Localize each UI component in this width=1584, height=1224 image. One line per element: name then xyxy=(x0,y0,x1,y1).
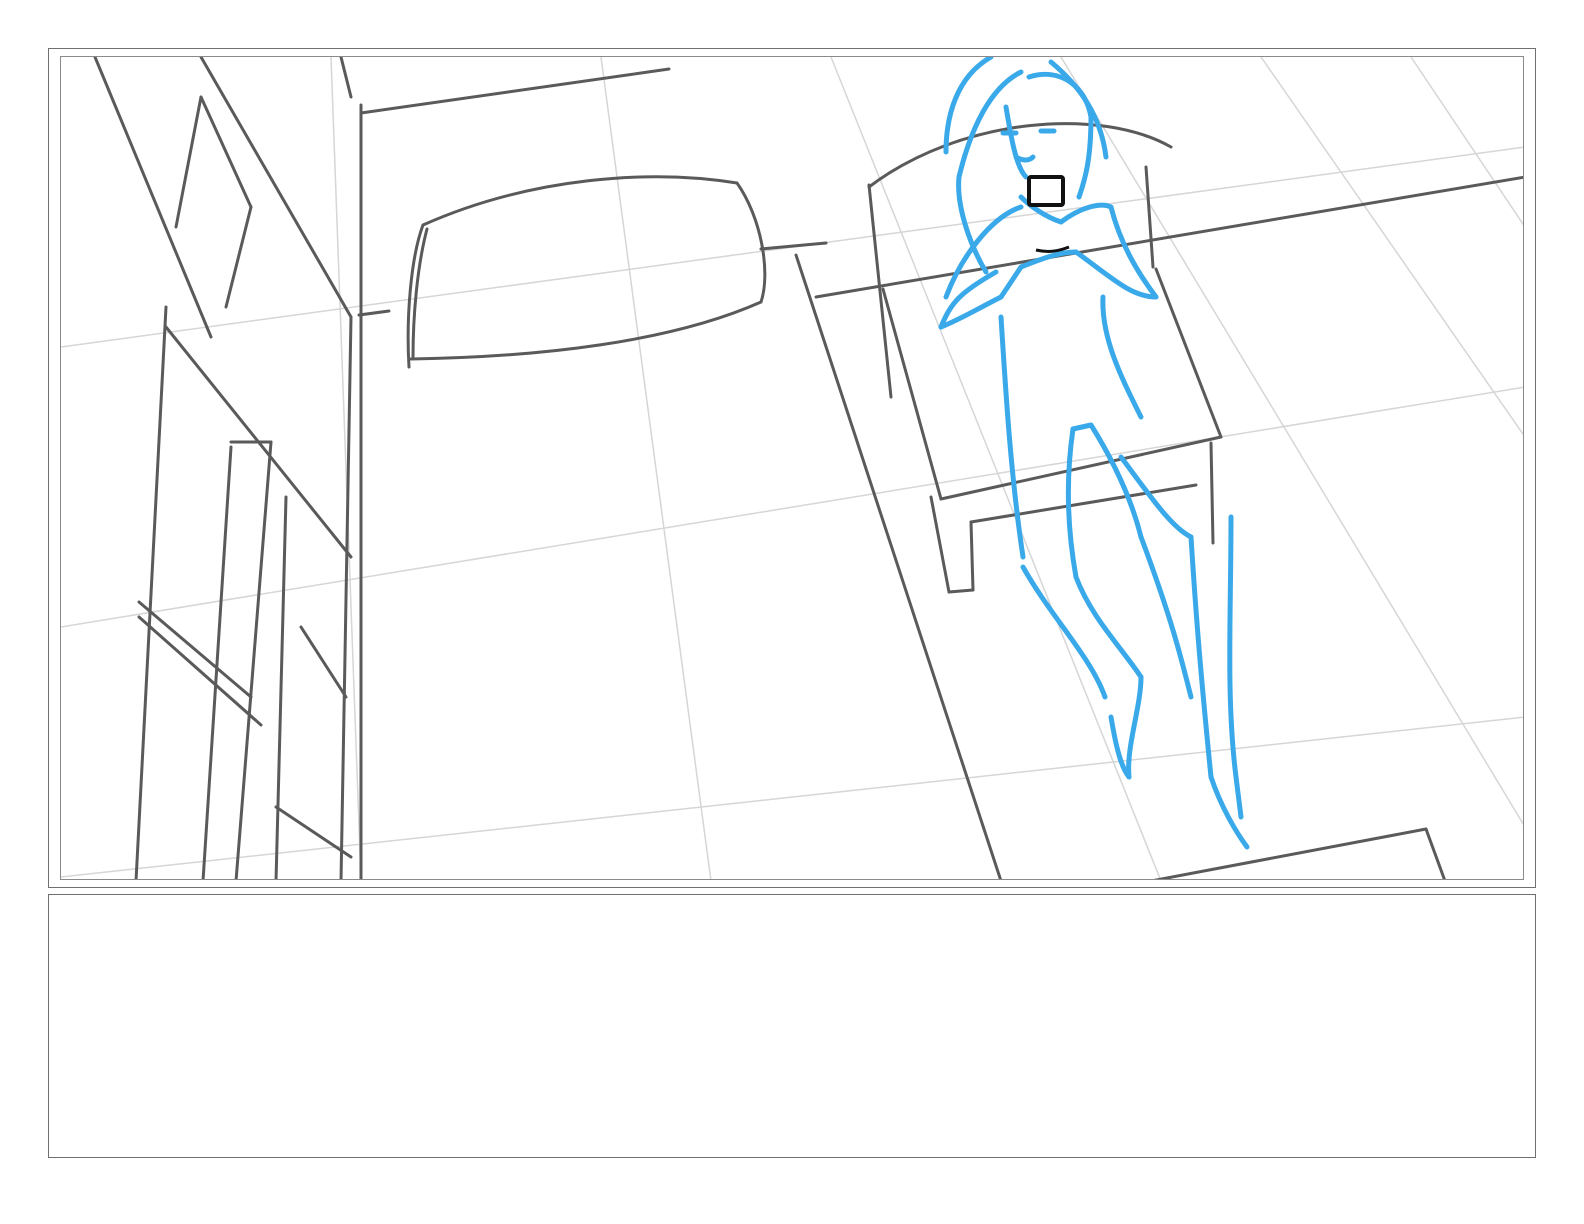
storyboard-page xyxy=(0,0,1584,1224)
panel-drawing xyxy=(61,57,1523,879)
storyboard-panel xyxy=(60,56,1524,880)
panel-notes-box[interactable] xyxy=(48,894,1536,1158)
character-sketch xyxy=(938,57,1250,850)
pillow-sketch xyxy=(406,175,767,369)
wardrobe-sketch xyxy=(93,57,353,879)
